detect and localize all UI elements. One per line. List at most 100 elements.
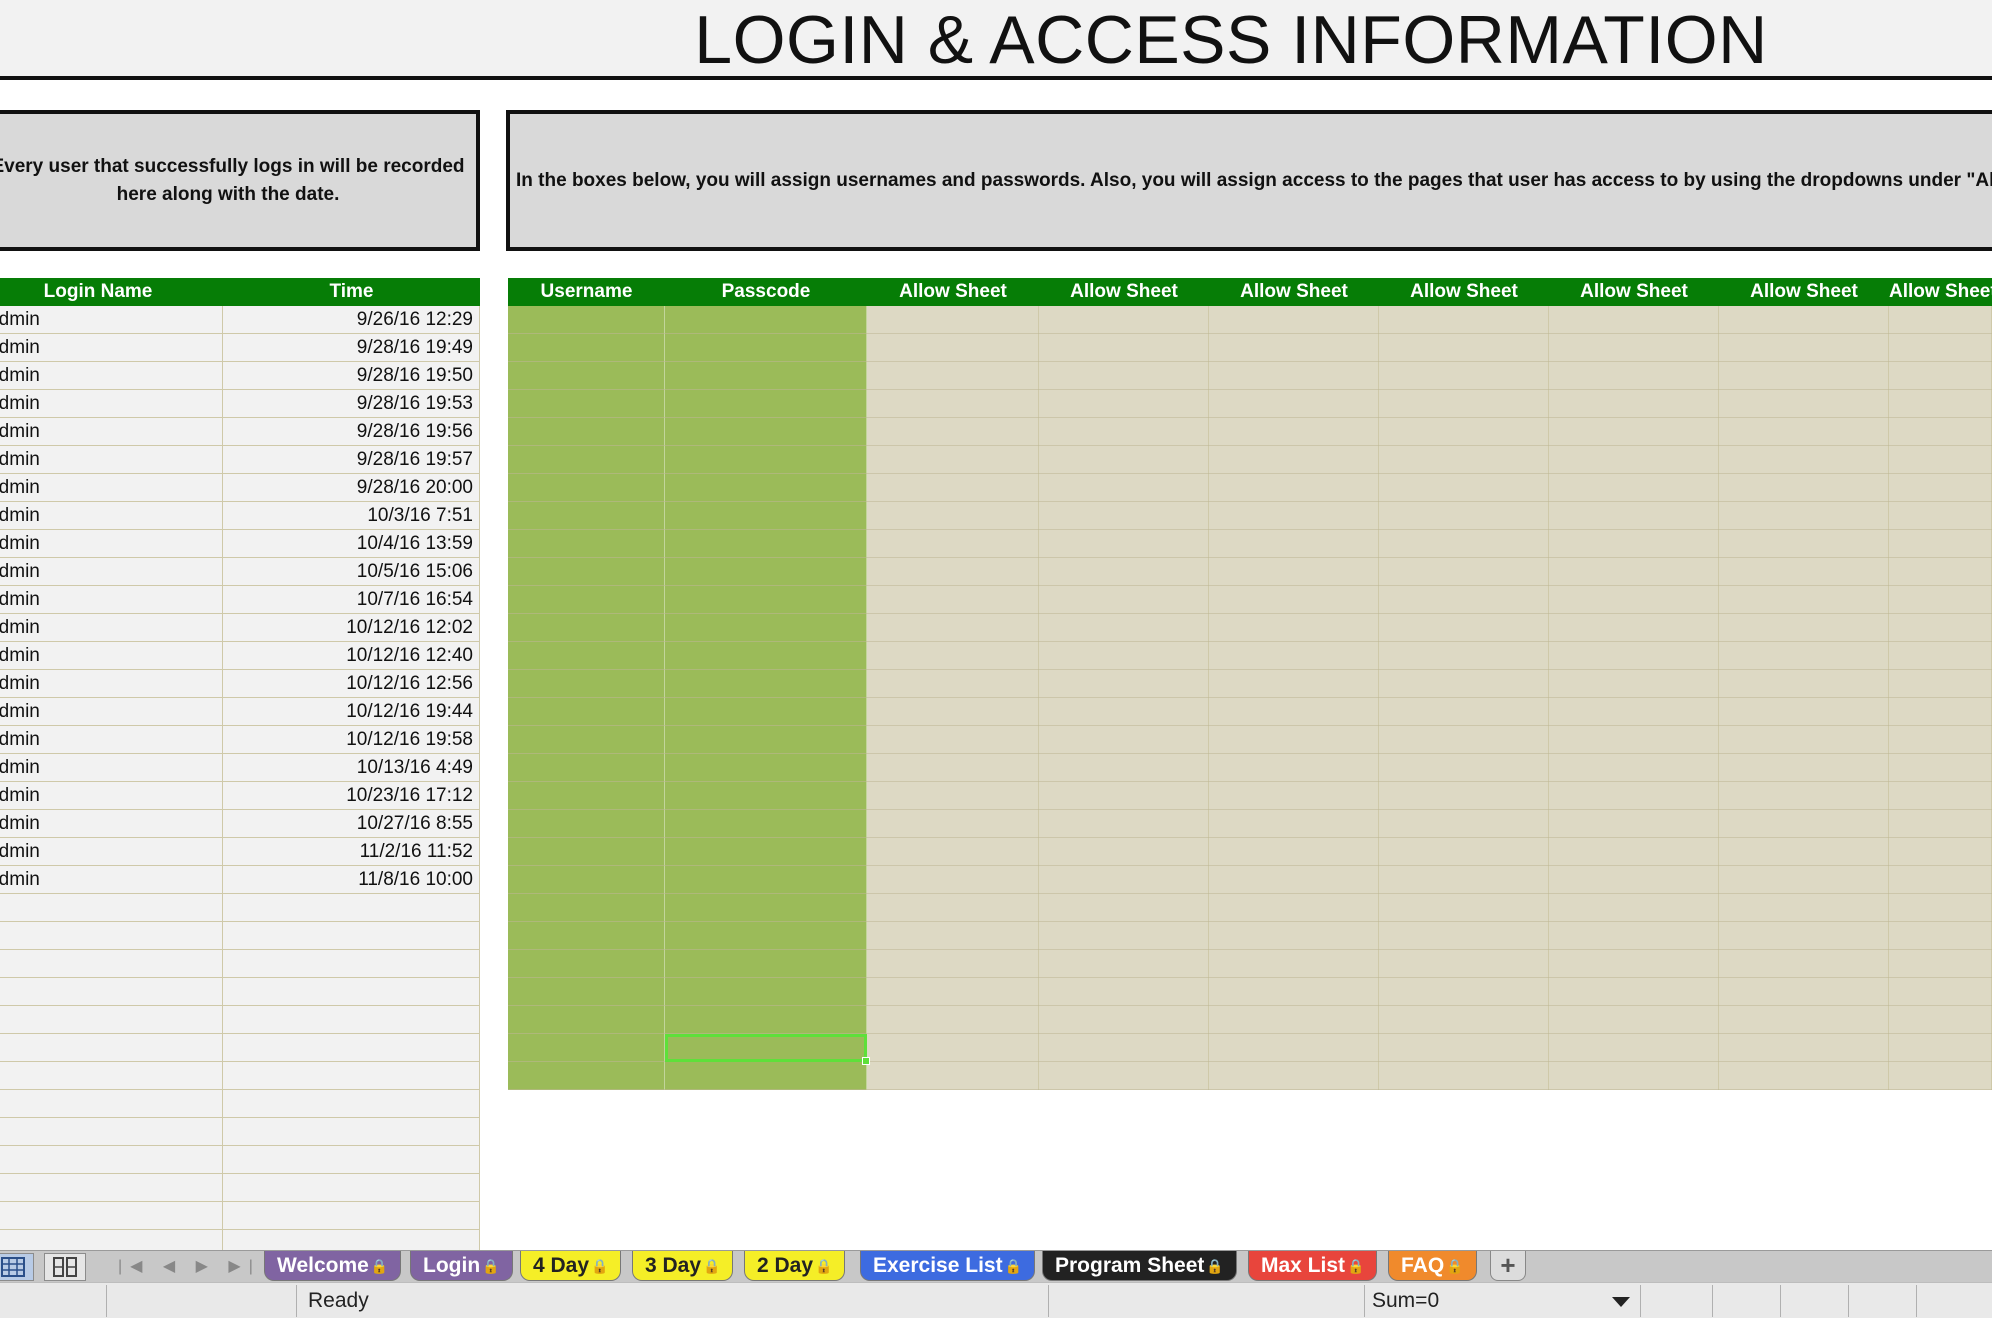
login-name-cell[interactable]: Admin (0, 810, 223, 838)
sheet-tab-welcome[interactable]: Welcome 🔒 (264, 1251, 402, 1281)
login-name-cell[interactable] (0, 1202, 223, 1230)
column-header-allow-sheet[interactable]: Allow Sheet (1039, 278, 1209, 306)
login-name-cell[interactable] (0, 1118, 223, 1146)
login-time-cell[interactable] (223, 978, 480, 1006)
sheet-tab-login[interactable]: Login 🔒 (410, 1251, 513, 1281)
login-time-cell[interactable]: 11/2/16 11:52 (223, 838, 480, 866)
login-name-cell[interactable]: Admin (0, 446, 223, 474)
sheet-tab-3-day[interactable]: 3 Day 🔒 (632, 1251, 734, 1281)
login-name-cell[interactable] (0, 1062, 223, 1090)
login-time-cell[interactable]: 10/12/16 12:40 (223, 642, 480, 670)
login-time-cell[interactable]: 9/28/16 19:56 (223, 418, 480, 446)
login-time-cell[interactable] (223, 1090, 480, 1118)
login-time-cell[interactable]: 9/28/16 20:00 (223, 474, 480, 502)
login-name-cell[interactable]: Admin (0, 502, 223, 530)
login-name-cell[interactable] (0, 1174, 223, 1202)
login-time-cell[interactable]: 11/8/16 10:00 (223, 866, 480, 894)
sheet-tab-exercise-list[interactable]: Exercise List 🔒 (860, 1251, 1036, 1281)
column-header-allow-sheet[interactable]: Allow Sheet (1379, 278, 1549, 306)
column-header-allow-sheet[interactable]: Allow Sheet (1889, 278, 1992, 306)
plus-icon[interactable]: + (1490, 1251, 1526, 1281)
login-name-cell[interactable]: Admin (0, 698, 223, 726)
login-name-cell[interactable]: Admin (0, 838, 223, 866)
login-time-cell[interactable]: 9/28/16 19:57 (223, 446, 480, 474)
login-time-cell[interactable]: 9/28/16 19:50 (223, 362, 480, 390)
login-time-cell[interactable]: 9/26/16 12:29 (223, 306, 480, 334)
login-name-cell[interactable]: Admin (0, 418, 223, 446)
login-name-cell[interactable]: Admin (0, 642, 223, 670)
sheet-tab-faq[interactable]: FAQ 🔒 (1388, 1251, 1477, 1281)
login-time-cell[interactable]: 10/12/16 19:44 (223, 698, 480, 726)
allow-sheet-column[interactable] (1719, 306, 1889, 1090)
credential-column[interactable] (508, 306, 665, 1090)
login-name-cell[interactable]: Admin (0, 390, 223, 418)
allow-sheet-column[interactable] (1549, 306, 1719, 1090)
login-name-cell[interactable]: Admin (0, 754, 223, 782)
sheet-tab-program-sheet[interactable]: Program Sheet 🔒 (1042, 1251, 1237, 1281)
login-name-cell[interactable] (0, 1230, 223, 1250)
login-name-cell[interactable] (0, 950, 223, 978)
allow-sheet-column[interactable] (867, 306, 1039, 1090)
sheet-tab-max-list[interactable]: Max List 🔒 (1248, 1251, 1378, 1281)
login-time-cell[interactable]: 10/3/16 7:51 (223, 502, 480, 530)
login-time-cell[interactable] (223, 1006, 480, 1034)
login-name-cell[interactable] (0, 1146, 223, 1174)
login-name-cell[interactable]: Admin (0, 530, 223, 558)
login-time-cell[interactable] (223, 1034, 480, 1062)
sheet-nav-arrows[interactable]: |◀ ◀ ▶ ▶| (118, 1251, 261, 1283)
login-time-cell[interactable]: 10/12/16 12:56 (223, 670, 480, 698)
login-name-cell[interactable] (0, 894, 223, 922)
normal-view-button[interactable] (0, 1253, 34, 1281)
login-name-cell[interactable] (0, 1034, 223, 1062)
column-header-passcode[interactable]: Passcode (665, 278, 867, 306)
chevron-down-icon[interactable] (1612, 1297, 1630, 1307)
login-name-cell[interactable]: Admin (0, 334, 223, 362)
login-name-cell[interactable] (0, 1006, 223, 1034)
login-time-cell[interactable] (223, 1202, 480, 1230)
login-time-cell[interactable]: 10/5/16 15:06 (223, 558, 480, 586)
login-time-cell[interactable]: 10/4/16 13:59 (223, 530, 480, 558)
login-time-cell[interactable]: 9/28/16 19:49 (223, 334, 480, 362)
column-header-username[interactable]: Username (508, 278, 665, 306)
allow-sheet-column[interactable] (1039, 306, 1209, 1090)
login-name-cell[interactable]: Admin (0, 586, 223, 614)
login-name-cell[interactable] (0, 1090, 223, 1118)
login-name-cell[interactable]: Admin (0, 474, 223, 502)
login-time-cell[interactable] (223, 1118, 480, 1146)
selected-cell[interactable] (665, 1034, 870, 1065)
login-time-cell[interactable]: 10/23/16 17:12 (223, 782, 480, 810)
login-name-cell[interactable]: Admin (0, 670, 223, 698)
status-sum-text[interactable]: Sum=0 (1372, 1283, 1439, 1318)
allow-sheet-column[interactable] (1209, 306, 1379, 1090)
login-time-cell[interactable] (223, 1230, 480, 1250)
login-time-cell[interactable]: 10/13/16 4:49 (223, 754, 480, 782)
login-time-cell[interactable] (223, 1062, 480, 1090)
login-name-cell[interactable]: Admin (0, 306, 223, 334)
login-name-cell[interactable]: Admin (0, 362, 223, 390)
page-layout-view-button[interactable] (44, 1253, 86, 1281)
credential-column[interactable] (665, 306, 867, 1090)
column-header-allow-sheet[interactable]: Allow Sheet (1719, 278, 1889, 306)
fill-handle[interactable] (862, 1057, 870, 1065)
column-header-allow-sheet[interactable]: Allow Sheet (1549, 278, 1719, 306)
allow-sheet-column[interactable] (1889, 306, 1992, 1090)
sheet-tab-2-day[interactable]: 2 Day 🔒 (744, 1251, 846, 1281)
login-name-cell[interactable]: Admin (0, 782, 223, 810)
access-grid-body[interactable] (508, 306, 1992, 1090)
login-name-cell[interactable] (0, 922, 223, 950)
login-time-cell[interactable]: 10/7/16 16:54 (223, 586, 480, 614)
login-time-cell[interactable] (223, 1174, 480, 1202)
allow-sheet-column[interactable] (1379, 306, 1549, 1090)
login-name-cell[interactable]: Admin (0, 866, 223, 894)
column-header-allow-sheet[interactable]: Allow Sheet (867, 278, 1039, 306)
login-time-cell[interactable] (223, 894, 480, 922)
login-time-cell[interactable] (223, 1146, 480, 1174)
login-time-cell[interactable]: 10/27/16 8:55 (223, 810, 480, 838)
login-name-cell[interactable]: Admin (0, 614, 223, 642)
column-header-login-name[interactable]: Login Name (0, 278, 196, 306)
column-header-time[interactable]: Time (223, 278, 480, 306)
column-header-allow-sheet[interactable]: Allow Sheet (1209, 278, 1379, 306)
login-name-cell[interactable]: Admin (0, 726, 223, 754)
login-time-cell[interactable]: 9/28/16 19:53 (223, 390, 480, 418)
login-time-cell[interactable] (223, 950, 480, 978)
